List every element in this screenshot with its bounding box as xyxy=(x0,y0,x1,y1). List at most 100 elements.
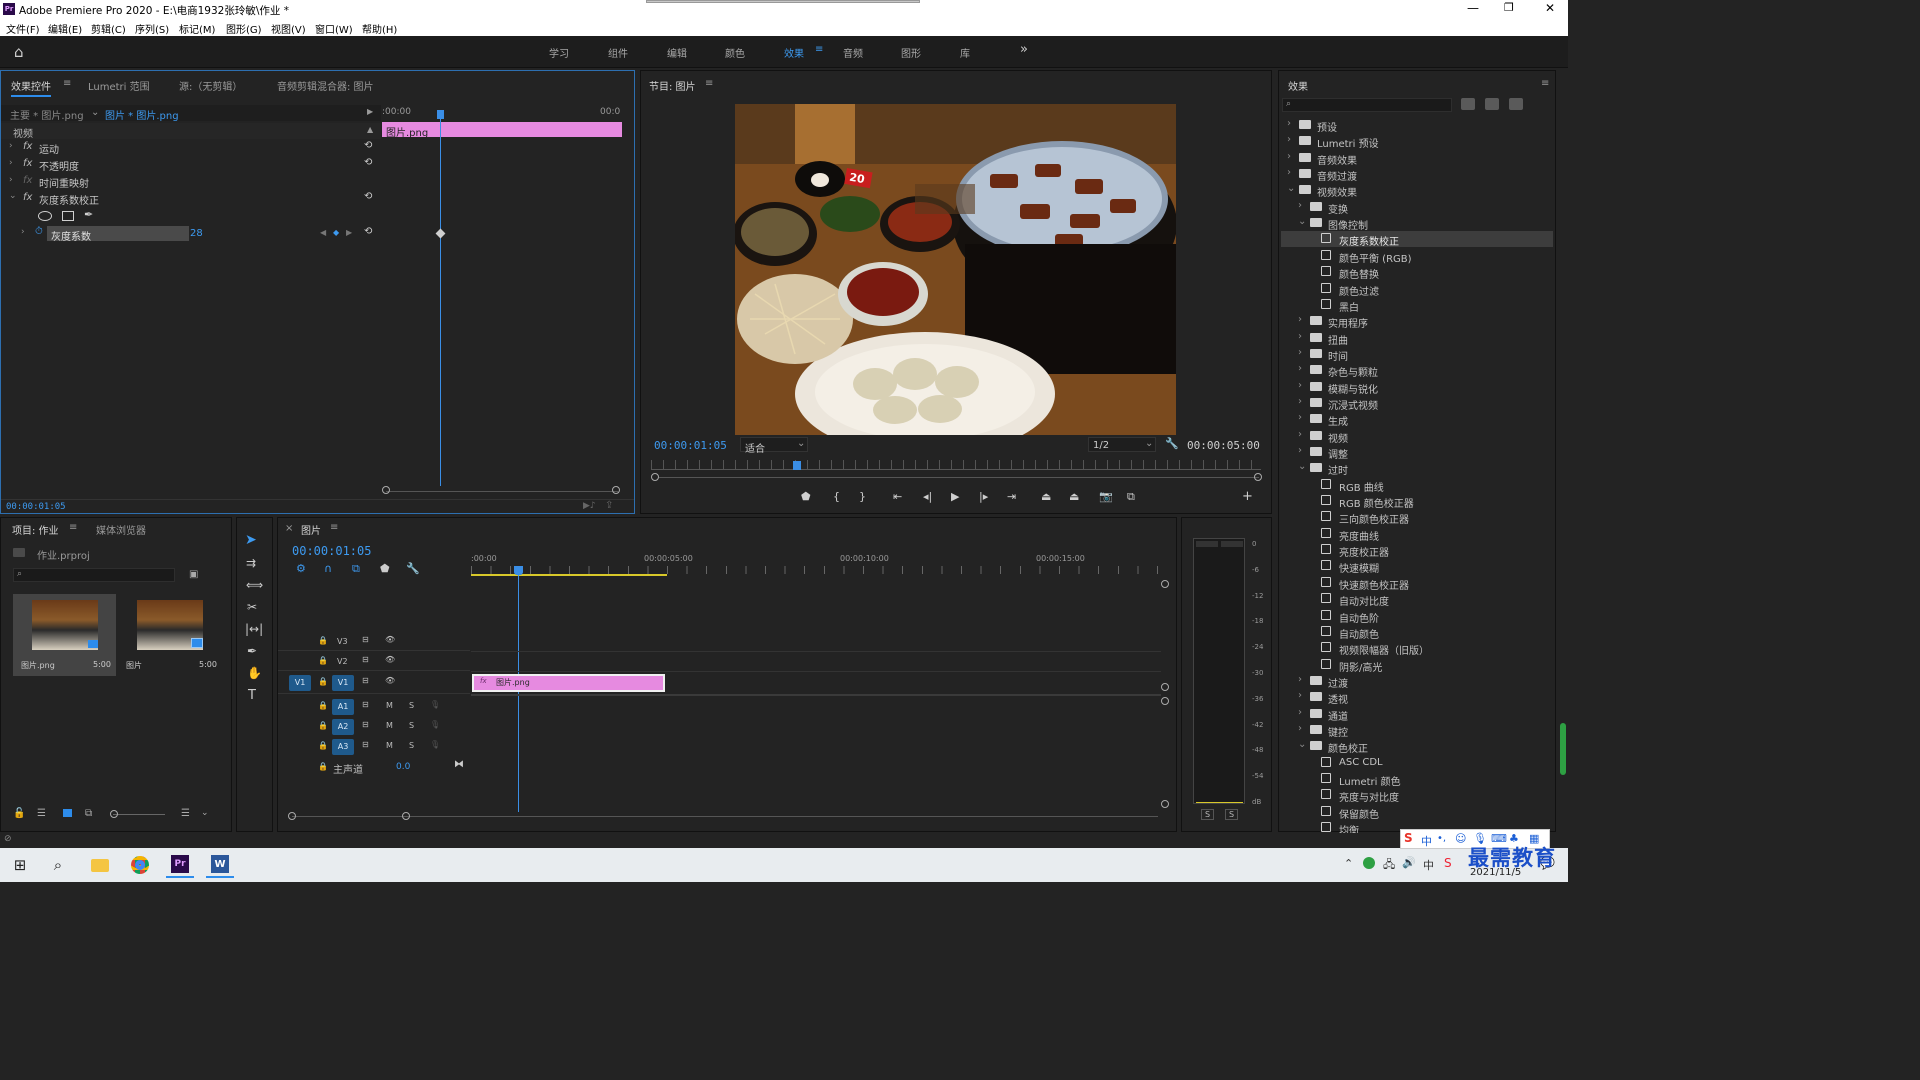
zoom-slider-handle-icon[interactable] xyxy=(110,810,118,818)
tab-project[interactable]: 项目: 作业 xyxy=(12,522,59,537)
effects-scrollbar[interactable] xyxy=(1560,723,1566,775)
program-monitor-title[interactable]: 节目: 图片 xyxy=(649,78,696,93)
solo-button[interactable]: S xyxy=(409,701,414,710)
mute-button[interactable]: M xyxy=(386,721,393,730)
go-to-end-icon[interactable]: ⧓ xyxy=(454,759,464,770)
chevron-right-icon[interactable]: › xyxy=(1298,200,1302,211)
chevron-right-icon[interactable]: › xyxy=(1298,396,1302,407)
export-icon[interactable]: ⇪ xyxy=(605,500,613,511)
razor-tool-icon[interactable]: ✂ xyxy=(247,600,257,614)
fit-dropdown[interactable]: 适合 ⌄ xyxy=(740,437,808,455)
extract-icon[interactable]: ⏏ xyxy=(1069,490,1079,503)
list-view-icon[interactable]: ☰ xyxy=(37,808,46,819)
chevron-right-icon[interactable]: › xyxy=(1298,690,1302,701)
scroll-handle-right-icon[interactable] xyxy=(612,486,620,494)
tab-source[interactable]: 源:（无剪辑） xyxy=(179,78,242,93)
workspace-graphics[interactable]: 图形 xyxy=(901,45,921,60)
scroll-handle-icon[interactable] xyxy=(1161,697,1169,705)
track-target-a3[interactable]: A3 xyxy=(332,739,354,755)
scroll-handle-icon[interactable] xyxy=(1161,580,1169,588)
export-frame-icon[interactable]: 📷 xyxy=(1099,490,1113,503)
step-back-icon[interactable]: ◂| xyxy=(923,490,932,503)
sync-lock-icon[interactable]: ⊟ xyxy=(362,740,369,749)
selection-tool-icon[interactable]: ➤ xyxy=(245,532,257,548)
effects-tree-item[interactable]: 保留颜色 xyxy=(1281,804,1553,821)
effects-tree-item[interactable]: 快速颜色校正器 xyxy=(1281,575,1553,592)
chevron-right-icon[interactable]: › xyxy=(9,175,13,185)
slip-tool-icon[interactable]: |↔| xyxy=(245,622,263,636)
effects-tree-item[interactable]: › 通道 xyxy=(1281,706,1553,723)
ime-emoji-icon[interactable]: ☺ xyxy=(1455,832,1466,845)
hand-tool-icon[interactable]: ✋ xyxy=(247,666,262,680)
go-to-out-icon[interactable]: ⇥ xyxy=(1007,490,1016,503)
chevron-right-icon[interactable]: › xyxy=(9,141,13,151)
menu-marker[interactable]: 标记(M) xyxy=(179,21,215,36)
mark-out-icon[interactable]: } xyxy=(859,490,866,503)
lock-icon[interactable]: 🔒 xyxy=(318,741,328,750)
freeform-view-icon[interactable]: ⧉ xyxy=(85,808,92,819)
search-icon[interactable]: ⌕ xyxy=(44,852,72,878)
ec-clip-bar[interactable]: 图片.png xyxy=(382,122,622,139)
chevron-down-icon[interactable]: ⌄ xyxy=(1298,216,1306,227)
linked-selection-icon[interactable]: ⧉ xyxy=(352,562,360,576)
add-marker-icon[interactable]: ⬟ xyxy=(801,490,811,503)
chevron-right-icon[interactable]: › xyxy=(1298,380,1302,391)
filter-icon[interactable]: ▶♪ xyxy=(583,501,596,511)
sync-lock-icon[interactable]: ⊟ xyxy=(362,700,369,709)
track-target-v1[interactable]: V1 xyxy=(332,675,354,691)
mark-in-icon[interactable]: { xyxy=(833,490,840,503)
program-menu-icon[interactable]: ≡ xyxy=(705,78,713,89)
effects-tree-item[interactable]: 亮度校正器 xyxy=(1281,542,1553,559)
solo-right-button[interactable]: S xyxy=(1225,809,1239,820)
mute-button[interactable]: M xyxy=(386,741,393,750)
program-scrollbar[interactable] xyxy=(659,477,1259,478)
effects-tree-item[interactable]: ⌄ 颜色校正 xyxy=(1281,738,1553,755)
master-track-value[interactable]: 0.0 xyxy=(396,762,410,772)
workspace-color[interactable]: 颜色 xyxy=(725,45,745,60)
sogou-tray-icon[interactable]: S xyxy=(1444,856,1452,870)
workspace-effects-menu-icon[interactable]: ≡ xyxy=(815,44,823,55)
effects-tree-item[interactable]: RGB 颜色校正器 xyxy=(1281,493,1553,510)
keyframe-marker[interactable] xyxy=(435,228,446,239)
reset-icon[interactable]: ⟲ xyxy=(364,226,372,237)
menu-clip[interactable]: 剪辑(C) xyxy=(91,21,126,36)
effects-tree-item[interactable]: 灰度系数校正 xyxy=(1281,231,1553,248)
effects-tree-item[interactable]: ⌄ 过时 xyxy=(1281,460,1553,477)
reset-icon[interactable]: ⟲ xyxy=(364,140,372,151)
effects-tree-item[interactable]: 视频限幅器（旧版） xyxy=(1281,640,1553,657)
sogou-icon[interactable]: S xyxy=(1404,831,1413,845)
solo-button[interactable]: S xyxy=(409,721,414,730)
fx-icon[interactable]: fx xyxy=(23,192,32,203)
effects-tree-item[interactable]: › 调整 xyxy=(1281,444,1553,461)
icon-view-icon[interactable] xyxy=(63,809,72,817)
track-target-a2[interactable]: A2 xyxy=(332,719,354,735)
menu-sequence[interactable]: 序列(S) xyxy=(135,21,169,36)
ec-item-opacity[interactable]: › fx 不透明度 ⟲ xyxy=(1,157,381,173)
chevron-right-icon[interactable]: › xyxy=(1298,331,1302,342)
chevron-right-icon[interactable]: › xyxy=(1298,412,1302,423)
pen-tool-icon[interactable]: ✒ xyxy=(247,644,257,658)
chevron-right-icon[interactable]: › xyxy=(1298,707,1302,718)
chevron-right-icon[interactable]: › xyxy=(1287,118,1291,129)
workspace-learn[interactable]: 学习 xyxy=(549,45,569,60)
tray-chevron-icon[interactable]: ⌃ xyxy=(1344,857,1353,870)
chevron-right-icon[interactable]: › xyxy=(1287,151,1291,162)
tray-app-icon[interactable] xyxy=(1363,857,1375,869)
effects-tree-item[interactable]: ⌄ 图像控制 xyxy=(1281,215,1553,232)
program-ruler[interactable] xyxy=(651,460,1261,470)
timeline-menu-icon[interactable]: ≡ xyxy=(330,522,338,533)
wrench-icon[interactable]: 🔧 xyxy=(406,562,420,575)
menu-file[interactable]: 文件(F) xyxy=(6,21,40,36)
mute-button[interactable]: M xyxy=(386,701,393,710)
comparison-view-icon[interactable]: ⧉ xyxy=(1127,490,1135,504)
chevron-right-icon[interactable]: › xyxy=(1298,723,1302,734)
ime-punctuation-icon[interactable]: •, xyxy=(1437,833,1446,844)
effects-tree-item[interactable]: › 时间 xyxy=(1281,346,1553,363)
effects-tree-item[interactable]: › Lumetri 预设 xyxy=(1281,133,1553,150)
track-select-tool-icon[interactable]: ⇉ xyxy=(246,556,256,570)
home-icon[interactable]: ⌂ xyxy=(14,43,24,61)
effects-tree-item[interactable]: › 沉浸式视频 xyxy=(1281,395,1553,412)
project-menu-icon[interactable]: ≡ xyxy=(69,522,77,533)
ec-param-value[interactable]: 28 xyxy=(190,228,203,239)
file-explorer-icon[interactable] xyxy=(86,852,114,878)
